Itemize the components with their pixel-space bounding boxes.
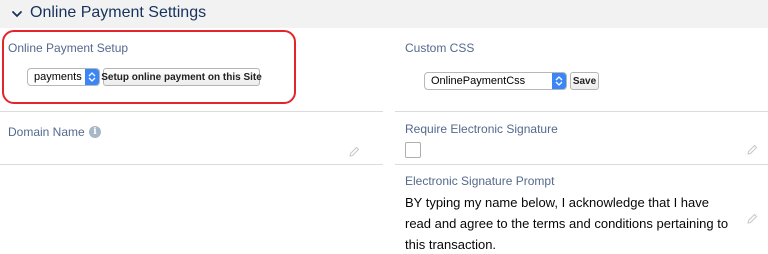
pencil-icon[interactable] (746, 144, 758, 156)
signature-prompt-label: Electronic Signature Prompt (405, 174, 555, 188)
info-icon[interactable]: i (89, 126, 101, 138)
signature-prompt-text: BY typing my name below, I acknowledge t… (405, 195, 729, 252)
save-button[interactable]: Save (570, 72, 599, 90)
chevron-down-icon[interactable] (11, 8, 23, 20)
divider (395, 164, 768, 165)
section-title: Online Payment Settings (30, 4, 207, 21)
divider (395, 111, 768, 112)
require-signature-label: Require Electronic Signature (405, 122, 558, 136)
highlight-annotation (2, 30, 296, 104)
custom-css-label: Custom CSS (405, 41, 475, 55)
pencil-icon[interactable] (746, 213, 758, 225)
divider (0, 111, 383, 112)
select-arrows-icon (552, 73, 566, 89)
pencil-icon[interactable] (348, 146, 360, 158)
custom-css-select-value: OnlinePaymentCss (431, 75, 526, 87)
section-header[interactable]: Online Payment Settings (0, 0, 768, 28)
domain-name-label: Domain Name (8, 125, 85, 139)
divider (0, 164, 383, 165)
custom-css-select[interactable]: OnlinePaymentCss (424, 72, 567, 90)
require-signature-checkbox[interactable] (405, 142, 421, 158)
